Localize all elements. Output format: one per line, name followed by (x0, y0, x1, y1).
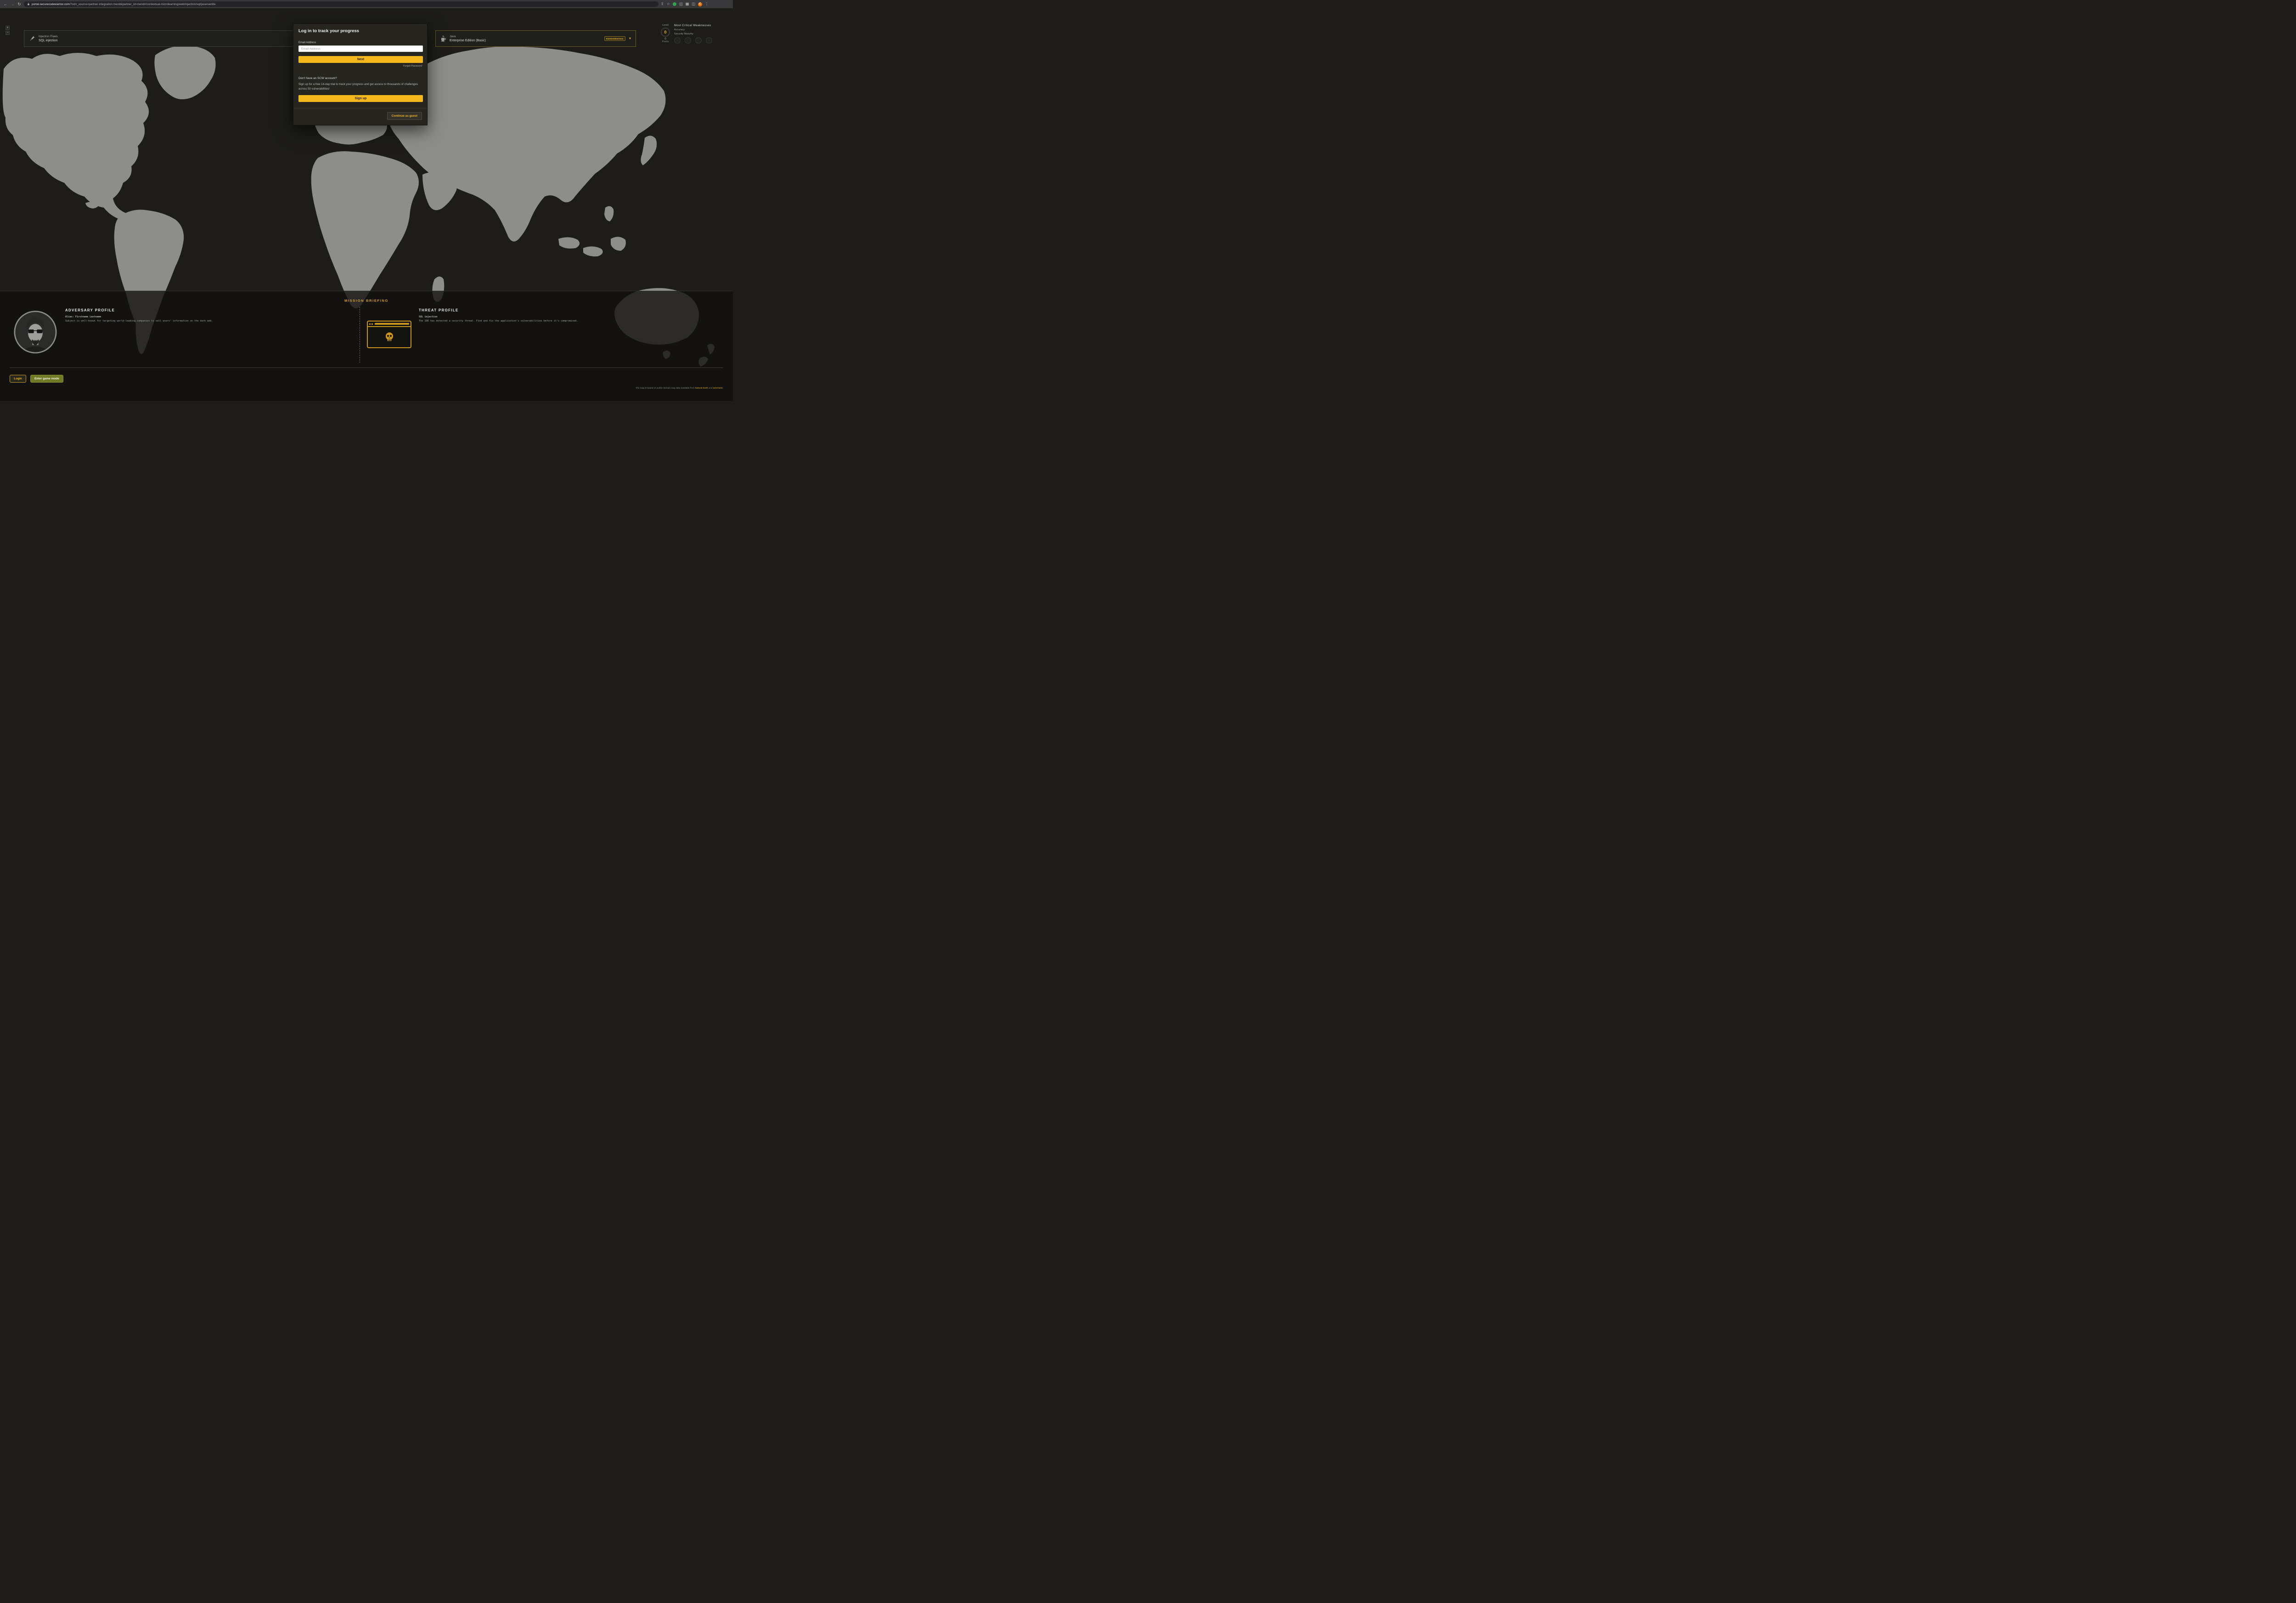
lock-icon (27, 3, 30, 6)
threat-profile: THREAT PROFILE SQL injection The IDE has… (419, 308, 635, 323)
maturity-badge (674, 37, 681, 44)
mission-section-overlay (0, 291, 733, 401)
language-framework-label: Enterprise Edition (Basic) (450, 39, 486, 42)
chevron-down-icon[interactable]: ▾ (629, 37, 631, 40)
bookmark-star-icon[interactable]: ☆ (667, 0, 670, 8)
zoom-in-button[interactable]: + (6, 26, 10, 30)
footer-divider (10, 367, 723, 368)
adversary-description: Subject is well-known for targeting worl… (65, 320, 309, 323)
profile-avatar[interactable]: C (698, 2, 702, 6)
login-modal: Log in to track your progress Email Addr… (293, 23, 428, 125)
side-panel-icon[interactable]: ◫ (692, 0, 695, 8)
topic-category-label: Injection Flaws (39, 35, 58, 38)
puzzle-extensions-icon[interactable]: ▦ (686, 0, 689, 8)
maturity-badges (674, 37, 729, 44)
signup-heading: Don't have an SCW account? (298, 77, 422, 80)
reload-icon[interactable]: ↻ (17, 0, 22, 8)
weaknesses-label: Most Critical Weaknesses (674, 24, 729, 27)
maturity-badge (685, 37, 691, 44)
adversary-alias: Alias: Firstname Lastname (65, 316, 309, 318)
amcharts-link[interactable]: amCharts (713, 387, 723, 389)
url-text: portal.securecodewarrior.com/?utm_source… (32, 3, 215, 6)
back-icon[interactable]: ← (3, 0, 8, 8)
url-bar[interactable]: portal.securecodewarrior.com/?utm_source… (24, 1, 658, 7)
signup-text: Sign up for a free 14-day trial to track… (298, 82, 422, 91)
forgot-password-link[interactable]: Forgot Password (298, 65, 422, 68)
maturity-badge (706, 37, 712, 44)
remembered-badge: REMEMBERED (604, 36, 625, 41)
level-ring: 0 (661, 28, 670, 37)
topic-subtopic-label: SQL injection (39, 39, 58, 42)
signup-button[interactable]: Sign up (298, 95, 423, 102)
topic-selector-panel[interactable]: Injection Flaws SQL injection (24, 30, 294, 47)
modal-title: Log in to track your progress (298, 28, 422, 34)
extension-icon[interactable] (679, 2, 683, 6)
menu-kebab-icon[interactable]: ⋮ (705, 0, 709, 8)
skull-icon (383, 331, 395, 343)
share-icon[interactable]: ⇪ (661, 0, 664, 8)
forward-icon[interactable]: → (10, 0, 15, 8)
threat-heading: THREAT PROFILE (419, 308, 635, 312)
adversary-avatar (14, 310, 57, 354)
threat-window-titlebar (368, 322, 411, 327)
points-label: Points (659, 40, 671, 43)
extension-green-icon[interactable] (673, 2, 676, 6)
zoom-out-button[interactable]: − (6, 31, 10, 35)
threat-description: The IDE has detected a security threat. … (419, 320, 635, 323)
threat-browser-graphic (367, 321, 411, 348)
level-label: Level (659, 24, 671, 27)
maturity-badge (695, 37, 702, 44)
injection-syringe-icon (29, 36, 35, 42)
map-attribution: The map is based on public domain map da… (636, 387, 723, 389)
maturity-label: Security Maturity (674, 33, 729, 35)
enter-game-mode-button[interactable]: Enter game mode (30, 375, 63, 383)
browser-toolbar: ← → ↻ portal.securecodewarrior.com/?utm_… (0, 0, 733, 8)
java-icon (440, 35, 446, 42)
natural-earth-link[interactable]: Natural Earth (695, 387, 708, 389)
login-button[interactable]: Login (10, 375, 26, 383)
threat-name: SQL injection (419, 316, 635, 318)
level-value: 0 (664, 30, 666, 34)
adversary-heading: ADVERSARY PROFILE (65, 308, 309, 312)
adversary-profile: ADVERSARY PROFILE Alias: Firstname Lastn… (65, 308, 309, 323)
map-zoom-controls: + − (6, 26, 10, 36)
accuracy-label: Accuracy (674, 28, 729, 31)
email-label: Email Address (298, 41, 422, 44)
email-field[interactable] (298, 45, 423, 52)
mission-briefing-title: MISSION BRIEFING (0, 299, 733, 303)
language-name-label: Java (450, 35, 486, 38)
next-button[interactable]: Next (298, 56, 423, 63)
language-selector-panel[interactable]: Java Enterprise Edition (Basic) REMEMBER… (435, 30, 636, 47)
continue-as-guest-button[interactable]: Continue as guest (387, 112, 422, 120)
